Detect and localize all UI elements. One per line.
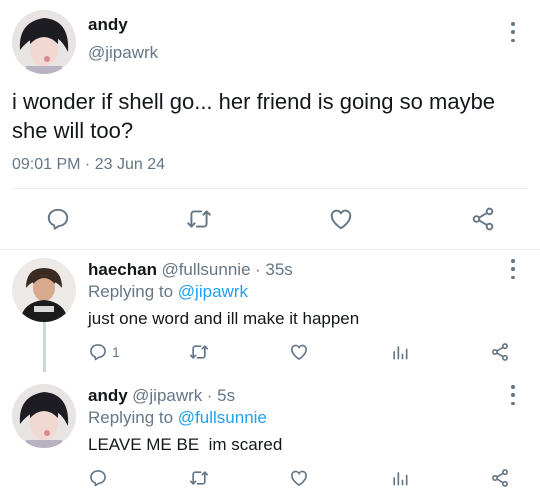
like-button[interactable]: [289, 468, 309, 488]
reply-button[interactable]: [88, 468, 112, 488]
more-icon[interactable]: [510, 22, 516, 42]
retweet-button[interactable]: [189, 468, 209, 488]
reply-time[interactable]: · 5s: [207, 386, 235, 405]
reply-text: LEAVE ME BE im scared: [88, 435, 283, 454]
divider: [0, 249, 540, 250]
reply-author-name[interactable]: haechan: [88, 260, 157, 279]
avatar-haechan[interactable]: [12, 258, 76, 322]
author-name[interactable]: andy: [88, 15, 128, 35]
replying-to-label: Replying to: [88, 408, 174, 427]
reply-button[interactable]: [45, 206, 71, 232]
avatar-andy[interactable]: [12, 10, 76, 74]
author-handle[interactable]: @jipawrk: [88, 43, 158, 63]
share-button[interactable]: [490, 468, 510, 488]
share-icon: [492, 343, 508, 361]
analytics-icon: [393, 472, 408, 486]
like-icon: [291, 470, 307, 486]
avatar-andy[interactable]: [12, 384, 76, 448]
retweet-icon: [187, 210, 211, 228]
replying-to: Replying to @fullsunnie: [88, 408, 267, 428]
tweet-text-line-2: she will too?: [12, 118, 134, 143]
analytics-button[interactable]: [390, 468, 410, 488]
reply-time[interactable]: · 35s: [255, 260, 293, 279]
reply-author-name[interactable]: andy: [88, 386, 128, 405]
like-button[interactable]: [289, 342, 309, 362]
tweet-timestamp[interactable]: 09:01 PM · 23 Jun 24: [12, 156, 165, 174]
reply-author-handle[interactable]: @jipawrk: [132, 386, 202, 405]
replying-to-handle[interactable]: @jipawrk: [178, 282, 248, 301]
like-icon: [330, 209, 352, 230]
share-button[interactable]: [490, 342, 510, 362]
thread-line: [43, 322, 46, 372]
replying-to-handle[interactable]: @fullsunnie: [178, 408, 267, 427]
reply-icon: [90, 344, 106, 361]
retweet-button[interactable]: [186, 206, 212, 232]
more-icon[interactable]: [510, 259, 516, 279]
analytics-button[interactable]: [390, 342, 410, 362]
retweet-icon: [189, 471, 209, 485]
reply-icon: [47, 208, 69, 230]
reply-count: 1: [112, 344, 120, 360]
share-icon: [492, 469, 508, 487]
reply-author-handle[interactable]: @fullsunnie: [161, 260, 250, 279]
share-icon: [472, 207, 494, 231]
like-icon: [291, 344, 307, 360]
replying-to: Replying to @jipawrk: [88, 282, 248, 302]
reply-text: just one word and ill make it happen: [88, 309, 360, 328]
retweet-button[interactable]: [189, 342, 209, 362]
analytics-icon: [393, 346, 408, 360]
more-icon[interactable]: [510, 385, 516, 405]
reply-button[interactable]: 1: [88, 342, 120, 362]
share-button[interactable]: [470, 206, 496, 232]
reply-icon: [90, 470, 106, 487]
tweet-text: i wonder if shell go... her friend is go…: [12, 87, 532, 145]
reply-header: haechan @fullsunnie · 35s: [88, 260, 293, 280]
divider: [12, 188, 528, 189]
retweet-icon: [189, 345, 209, 359]
reply-header: andy @jipawrk · 5s: [88, 386, 235, 406]
tweet-text-line-1: i wonder if shell go... her friend is go…: [12, 89, 496, 114]
like-button[interactable]: [328, 206, 354, 232]
replying-to-label: Replying to: [88, 282, 174, 301]
